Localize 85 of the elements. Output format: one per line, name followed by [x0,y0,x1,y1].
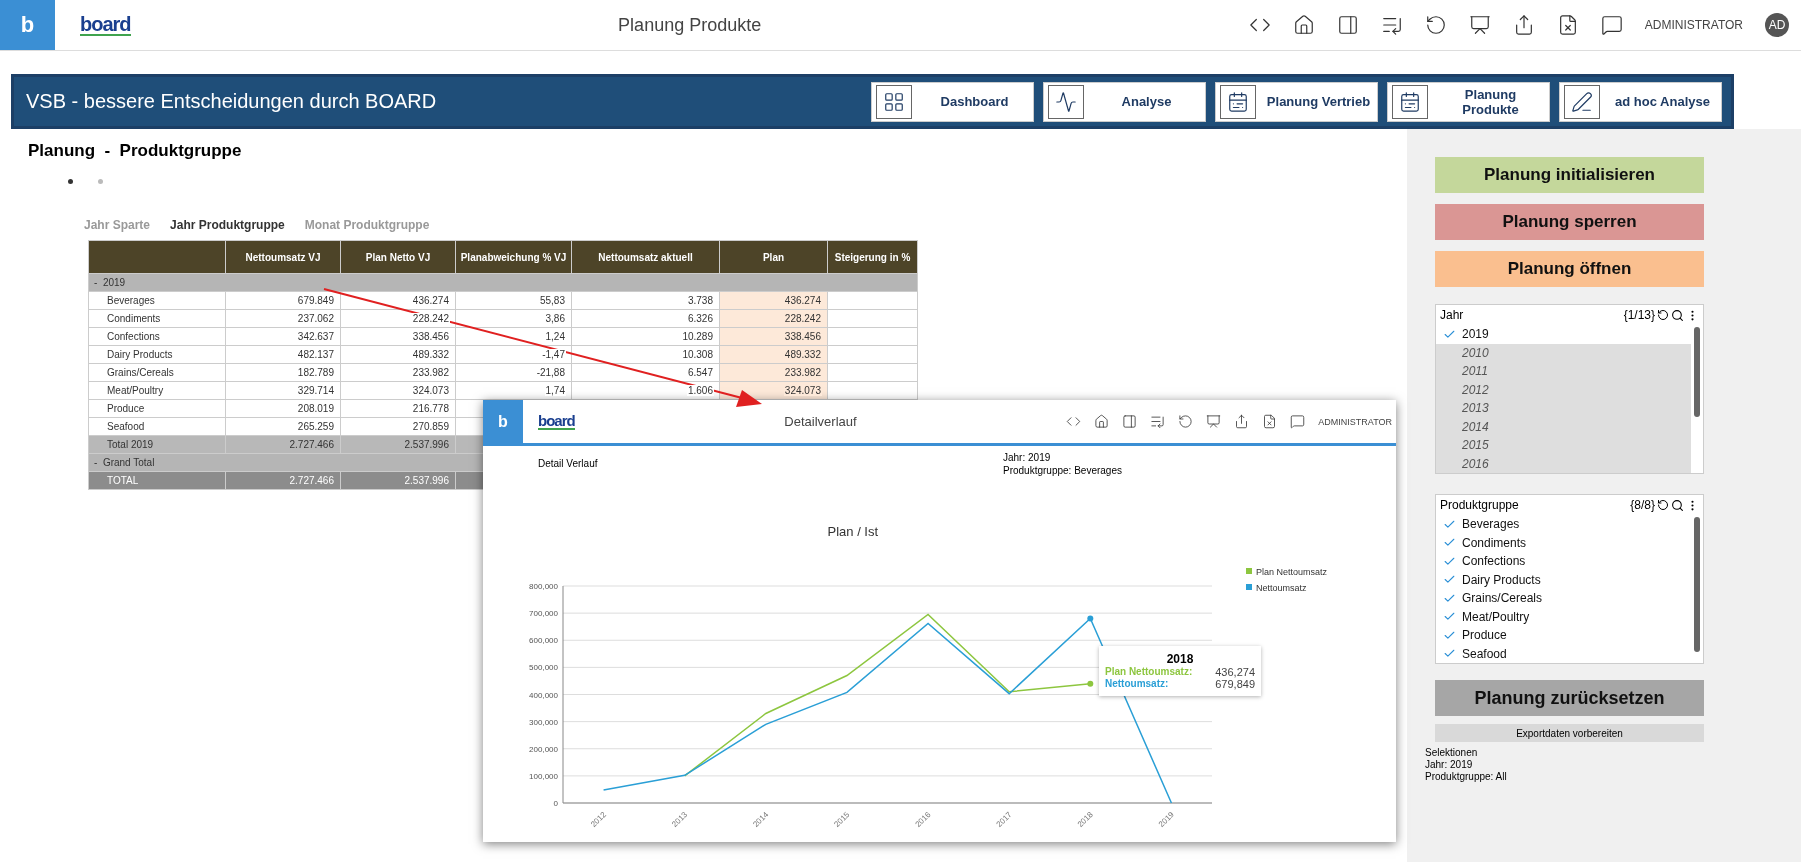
y-tick-label: 200,000 [529,744,558,754]
selection-text: Jahr: 2019 [1425,759,1474,771]
pager-dot[interactable] [98,179,103,184]
undo-icon[interactable] [1424,14,1447,36]
tooltip-label: Nettoumsatz: [1105,678,1169,690]
board-logo: board [80,14,131,36]
nav-button[interactable]: Analyse [1043,81,1206,122]
presentation-icon[interactable] [1468,14,1491,36]
banner-title: VSB - bessere Entscheidungen durch BOARD [26,90,438,113]
excel-icon[interactable] [1262,414,1278,429]
panel-icon[interactable] [1336,14,1359,36]
panel-icon[interactable] [1122,414,1138,429]
y-tick-label: 700,000 [529,609,558,619]
tooltip-label: Plan Nettoumsatz: [1105,666,1193,678]
selection-text: Produktgruppe: All [1425,771,1508,783]
header-cell: Plan Netto VJ [340,240,456,274]
user-name: ADMINISTRATOR [1644,18,1743,32]
nav-button[interactable]: ad hoc Analyse [1559,81,1722,122]
logo-icon: b [483,400,523,443]
y-tick-label: 800,000 [529,582,558,591]
report-caption: Detail Verlauf [538,458,598,469]
grid-icon [876,84,912,119]
avatar: AD [1765,13,1789,37]
selector-item[interactable]: 2013 [1436,399,1691,418]
header-cell: Nettoumsatz aktuell [571,240,720,274]
tooltip-value: 436,274 [1215,666,1255,678]
action-button[interactable]: Planung sperren [1435,204,1704,240]
legend-swatch [1246,584,1252,590]
nav-button[interactable]: Planung Produkte [1387,81,1550,122]
legend-label: Nettoumsatz [1256,583,1307,593]
y-tick-label: 300,000 [529,717,558,727]
selector-title: Produktgruppe [1440,498,1520,512]
tooltip-title: 2018 [1165,652,1195,666]
reset-button[interactable]: Planung zurücksetzen [1435,680,1704,716]
action-button[interactable]: Planung öffnen [1435,251,1704,287]
context-text: Jahr: 2019 [1003,452,1052,465]
nav-button[interactable]: Dashboard [871,81,1034,122]
header-cell: Planabweichung % VJ [455,240,572,274]
search-icon[interactable] [1671,498,1684,512]
tooltip-value: 679,849 [1215,678,1255,690]
selector-item[interactable]: 2015 [1436,436,1691,455]
y-tick-label: 600,000 [529,636,558,646]
calendar-icon [1220,84,1256,119]
page-title: Planung Produkte [617,14,763,36]
home-icon[interactable] [1094,414,1110,429]
selection-text: Selektionen [1425,747,1479,759]
scrollbar[interactable] [1694,517,1700,652]
selector-item[interactable]: 2011 [1436,362,1691,381]
selector-title: Jahr [1440,308,1465,322]
chart-title: Plan / Ist [827,524,879,539]
page-title: Detailverlauf [783,414,858,429]
undo-icon[interactable] [1657,499,1669,511]
section-title: Planung - Produktgruppe [28,141,243,161]
logo-icon: b [0,0,55,50]
home-icon[interactable] [1292,14,1315,36]
pen-icon [1564,84,1600,119]
selection-count: {8/8} [1630,498,1655,512]
user-name: ADMINISTRATOR [1318,416,1392,427]
data-point [1087,680,1094,687]
chat-icon[interactable] [1600,14,1623,36]
y-tick-label: 500,000 [529,663,558,673]
nav-button[interactable]: Planung Vertrieb [1215,81,1378,122]
legend-label: Plan Nettoumsatz [1256,567,1328,577]
scrollbar[interactable] [1694,327,1700,417]
header-cell: Plan [719,240,828,274]
y-tick-label: 0 [553,799,558,808]
y-tick-label: 400,000 [529,690,558,700]
line-chart-icon [1048,84,1084,119]
y-tick-label: 100,000 [529,771,558,781]
pager-dot[interactable] [68,179,73,184]
context-text: Produktgruppe: Beverages [1003,464,1122,477]
header-cell: Steigerung in % [827,240,918,274]
data-point [1087,615,1094,622]
board-logo: board [538,413,575,430]
calendar-icon [1392,84,1428,119]
share-icon[interactable] [1234,414,1250,429]
list-icon[interactable] [1150,414,1166,429]
tab[interactable]: Jahr Produktgruppe [170,218,285,232]
legend-swatch [1246,568,1252,574]
header-cell: Nettoumsatz VJ [225,240,341,274]
export-button[interactable]: Exportdaten vorbereiten [1435,724,1704,742]
action-button[interactable]: Planung initialisieren [1435,157,1704,193]
search-icon[interactable] [1671,308,1684,322]
undo-icon[interactable] [1657,309,1669,321]
selection-count: {1/13} [1623,308,1655,322]
